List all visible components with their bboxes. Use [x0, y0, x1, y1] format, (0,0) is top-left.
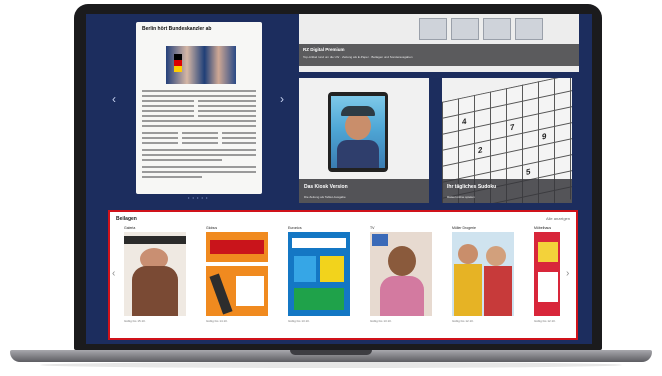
laptop-screen: Berlin hört Bundeskanzler ab • • • • • ‹…	[86, 14, 592, 344]
supplements-title: Beilagen	[116, 216, 137, 222]
supplements-prev-icon[interactable]: ‹	[112, 268, 115, 279]
premium-tile[interactable]: RZ Digital Premium Top‑Artikel rund um d…	[299, 14, 579, 72]
supplements-next-icon[interactable]: ›	[566, 268, 569, 279]
laptop-notch	[290, 350, 372, 355]
epaper-headline: Berlin hört Bundeskanzler ab	[142, 26, 212, 32]
supplement-cover	[534, 232, 560, 316]
sudoku-tile[interactable]: 4 7 2 9 5 Ihr tägliches Sudoku Rätsel on…	[442, 78, 572, 203]
show-all-link[interactable]: Alle anzeigen	[546, 216, 570, 221]
supplement-cover	[124, 232, 186, 316]
sudoku-title: Ihr tägliches Sudoku	[447, 184, 497, 190]
supplement-item[interactable]: Möbelhaus Gültig bis 12.10.	[534, 226, 560, 323]
premium-caption: RZ Digital Premium Top‑Artikel rund um d…	[299, 44, 579, 66]
tablet-icon	[328, 92, 388, 172]
supplement-item[interactable]: Galeria Gültig bis 15.10.	[124, 226, 186, 323]
kiosk-tile[interactable]: Das Kiosk Version Die Zeitung als Tablet…	[299, 78, 429, 203]
supplement-cover	[370, 232, 432, 316]
supplement-cover	[452, 232, 514, 316]
supplement-cover	[288, 232, 350, 316]
supplement-item[interactable]: Euronics Gültig bis 13.10.	[288, 226, 350, 323]
carousel-prev-icon[interactable]: ‹	[112, 92, 116, 106]
carousel-next-icon[interactable]: ›	[280, 92, 284, 106]
epaper-cover[interactable]: Berlin hört Bundeskanzler ab	[136, 22, 262, 194]
supplement-cover	[206, 232, 268, 316]
supplements-section: Beilagen Alle anzeigen ‹ › Galeria Gülti…	[108, 210, 578, 340]
laptop-shadow	[40, 362, 622, 368]
carousel-dots[interactable]: • • • • •	[188, 195, 208, 200]
kiosk-title: Das Kiosk Version	[304, 184, 348, 190]
premium-thumbnails	[419, 18, 569, 40]
laptop-mockup: Berlin hört Bundeskanzler ab • • • • • ‹…	[0, 0, 662, 376]
premium-description: Top‑Artikel rund um die Uhr · Zeitung al…	[303, 55, 413, 59]
supplement-item[interactable]: Müller Drogerie Gültig bis 12.10.	[452, 226, 514, 323]
kiosk-description: Die Zeitung als Tablet‑Ausgabe	[304, 195, 346, 199]
sudoku-description: Rätsel online spielen	[447, 195, 475, 199]
premium-title: RZ Digital Premium	[303, 47, 345, 52]
supplement-item[interactable]: TV Gültig bis 13.10.	[370, 226, 432, 323]
flag-icon	[174, 54, 182, 72]
supplement-item[interactable]: Globus Gültig bis 14.10.	[206, 226, 268, 323]
